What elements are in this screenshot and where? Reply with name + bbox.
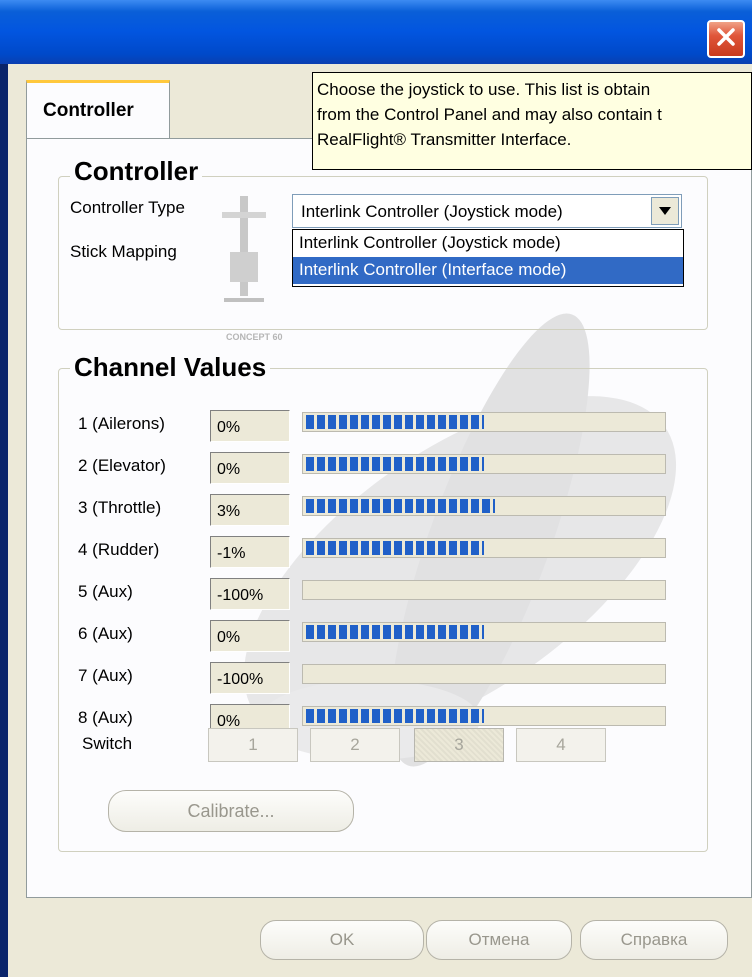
controller-type-label: Controller Type [70, 198, 185, 217]
channel-level-bar [302, 706, 666, 726]
tab-controller[interactable]: Controller [26, 80, 170, 138]
channel-level-bar [302, 412, 666, 432]
tooltip: Choose the joystick to use. This list is… [312, 72, 752, 170]
helicopter-caption: CONCEPT 60 [226, 332, 283, 342]
channel-level-fill [306, 709, 484, 723]
tooltip-line: RealFlight® Transmitter Interface. [317, 130, 572, 149]
helicopter-icon [222, 196, 266, 302]
tooltip-line: from the Control Panel and may also cont… [317, 105, 662, 124]
channel-values-group [58, 368, 708, 852]
channel-level-fill [306, 415, 484, 429]
title-bar[interactable] [0, 0, 752, 64]
help-button[interactable]: Справка [580, 920, 728, 960]
ok-button-label: OK [329, 930, 355, 949]
channel-value: 3% [210, 494, 290, 526]
channel-level-fill [306, 625, 484, 639]
channel-value: 0% [210, 410, 290, 442]
channel-level-bar [302, 538, 666, 558]
channel-label: 5 (Aux) [78, 582, 133, 601]
ok-button[interactable]: OK [260, 920, 424, 960]
option-joystick-mode[interactable]: Interlink Controller (Joystick mode) [293, 230, 683, 257]
chevron-down-icon [659, 202, 671, 220]
channel-label: 4 (Rudder) [78, 540, 160, 559]
channel-level-bar [302, 454, 666, 474]
channel-level-fill [306, 457, 484, 471]
channel-value: -100% [210, 578, 290, 610]
option-interface-mode[interactable]: Interlink Controller (Interface mode) [293, 257, 683, 284]
dialog-window: Controller Controller CONCEPT 60 Control… [0, 0, 752, 977]
cancel-button-label: Отмена [468, 930, 530, 949]
controller-type-value: Interlink Controller (Joystick mode) [301, 202, 563, 221]
help-button-label: Справка [620, 930, 688, 949]
stick-mapping-label: Stick Mapping [70, 242, 177, 261]
channel-label: 8 (Aux) [78, 708, 133, 727]
controller-group-title: Controller [70, 156, 203, 187]
channel-label: 3 (Throttle) [78, 498, 162, 517]
controller-type-options-list[interactable]: Interlink Controller (Joystick mode) Int… [292, 229, 684, 287]
switch-label: Switch [82, 734, 133, 753]
channel-level-bar [302, 664, 666, 684]
close-button[interactable] [707, 20, 745, 58]
calibrate-button-label: Calibrate... [187, 801, 275, 821]
switch-button-2[interactable]: 2 [310, 728, 400, 762]
channel-value: 0% [210, 620, 290, 652]
cancel-button[interactable]: Отмена [426, 920, 572, 960]
switch-button-1[interactable]: 1 [208, 728, 298, 762]
channel-value: -1% [210, 536, 290, 568]
close-icon [715, 26, 737, 53]
dropdown-arrow-button[interactable] [651, 197, 679, 225]
channel-label: 2 (Elevator) [78, 456, 166, 475]
channel-label: 6 (Aux) [78, 624, 133, 643]
channel-level-bar [302, 496, 666, 516]
channel-level-bar [302, 622, 666, 642]
channel-values-group-title: Channel Values [70, 352, 271, 383]
channel-level-bar [302, 580, 666, 600]
channel-value: 0% [210, 452, 290, 484]
switch-button-3[interactable]: 3 [414, 728, 504, 762]
calibrate-button[interactable]: Calibrate... [108, 790, 354, 832]
channel-label: 1 (Ailerons) [78, 414, 165, 433]
channel-level-fill [306, 499, 495, 513]
switch-button-4[interactable]: 4 [516, 728, 606, 762]
tab-controller-label: Controller [43, 99, 134, 121]
channel-value: -100% [210, 662, 290, 694]
channel-label: 7 (Aux) [78, 666, 133, 685]
controller-type-dropdown[interactable]: Interlink Controller (Joystick mode) [292, 194, 682, 228]
tooltip-line: Choose the joystick to use. This list is… [317, 80, 651, 99]
channel-level-fill [306, 541, 484, 555]
